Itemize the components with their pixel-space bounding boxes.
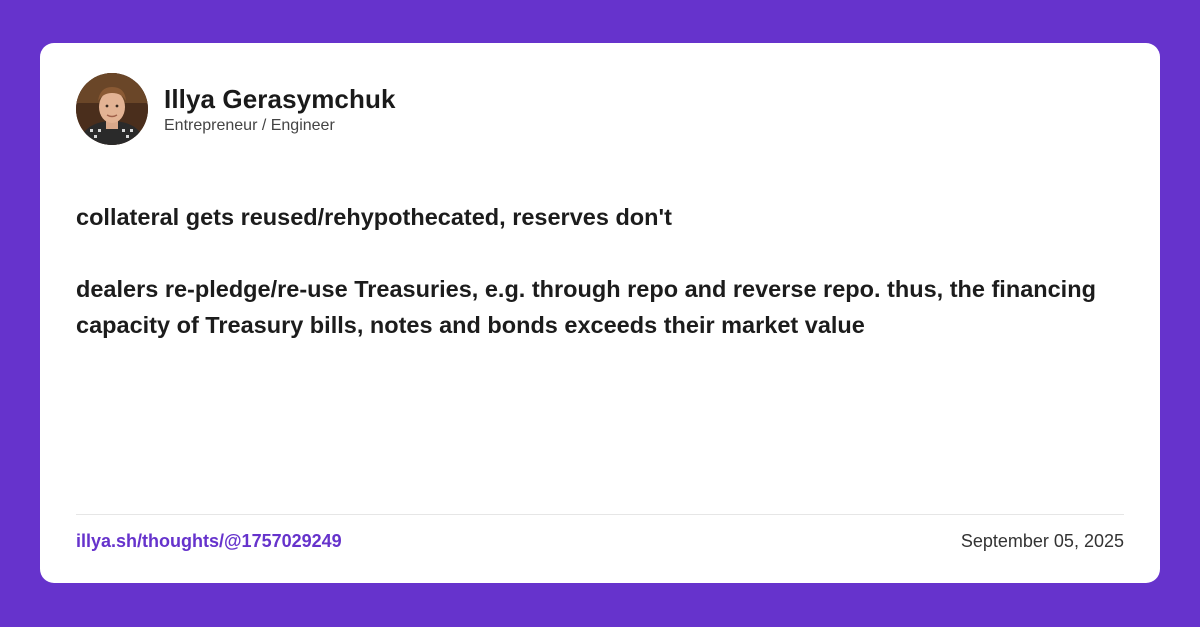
author-header: Illya Gerasymchuk Entrepreneur / Enginee… [76, 73, 396, 145]
footer-divider [76, 514, 1124, 515]
post-date: September 05, 2025 [960, 531, 1124, 551]
post-body: collateral gets reused/rehypothecated, r… [76, 199, 1116, 343]
post-card: Illya Gerasymchuk Entrepreneur / Enginee… [40, 43, 1160, 583]
avatar [76, 73, 148, 145]
permalink-link[interactable]: illya.sh/thoughts/@1757029249 [76, 529, 342, 553]
post-paragraph: dealers re-pledge/re-use Treasuries, e.g… [76, 276, 1096, 338]
author-name: Illya Gerasymchuk [164, 83, 396, 114]
post-paragraph: collateral gets reused/rehypothecated, r… [76, 204, 672, 230]
author-title: Entrepreneur / Engineer [164, 116, 335, 134]
author-info: Illya Gerasymchuk Entrepreneur / Enginee… [164, 83, 396, 136]
profile-photo-icon [76, 73, 148, 145]
